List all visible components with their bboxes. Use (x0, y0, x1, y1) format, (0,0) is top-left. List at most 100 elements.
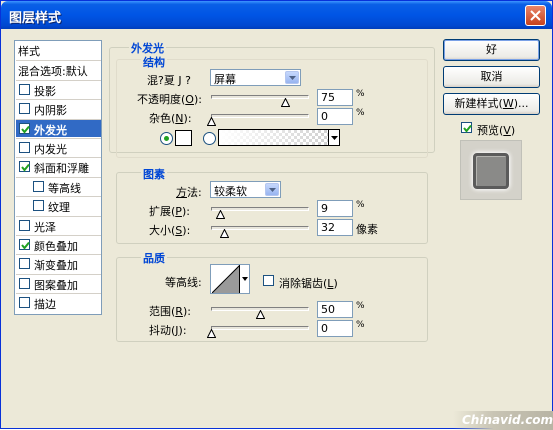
antialias-label: 消除锯齿(L) (279, 277, 338, 290)
quality-title: 品质 (141, 250, 167, 266)
style-item-6[interactable]: 斜面和浮雕 (16, 157, 101, 176)
contour-dropdown-arrow[interactable] (239, 265, 249, 293)
style-item-label: 混合选项:默认 (18, 65, 88, 79)
range-slider-thumb[interactable] (255, 309, 266, 319)
opacity-label: 不透明度(O): (137, 93, 202, 106)
layer-style-dialog: 图层样式 样式混合选项:默认投影内阴影外发光内发光 斜面和浮雕等高线纹理光泽颜色叠… (0, 0, 553, 430)
style-item-label: 内发光 (34, 143, 67, 156)
style-item-8[interactable]: 纹理 (16, 196, 101, 215)
spread-label: 扩展(P): (149, 205, 190, 218)
size-slider-thumb[interactable] (219, 228, 229, 238)
spread-slider[interactable] (211, 207, 309, 211)
style-item-label: 描边 (34, 298, 56, 312)
style-item-checkbox[interactable] (19, 239, 30, 250)
style-item-label: 纹理 (48, 201, 70, 215)
style-item-label: 颜色叠加 (34, 240, 78, 253)
style-item-label: 光泽 (34, 220, 56, 234)
size-label: 大小(S): (149, 224, 191, 237)
range-label: 范围(R): (149, 305, 191, 318)
style-item-label: 图案叠加 (34, 278, 78, 292)
antialias-checkbox[interactable] (263, 275, 274, 286)
range-input[interactable]: 50 (317, 301, 353, 318)
technique-label: 方法: (176, 186, 202, 199)
style-item-checkbox[interactable] (19, 297, 30, 309)
style-item-checkbox[interactable] (19, 277, 30, 289)
style-item-checkbox[interactable] (19, 103, 30, 115)
style-item-7[interactable]: 等高线 (16, 176, 101, 195)
style-item-checkbox[interactable] (19, 122, 30, 134)
jitter-label: 抖动(J): (149, 324, 187, 337)
style-item-9[interactable]: 光泽 (16, 215, 101, 234)
blend-mode-label: 混?夏 J ? (147, 74, 191, 87)
contour-label: 等高线: (165, 276, 202, 289)
jitter-input[interactable]: 0 (317, 320, 353, 337)
glow-color-swatch[interactable] (175, 130, 192, 146)
chevron-down-icon (285, 71, 299, 84)
spread-slider-thumb[interactable] (215, 209, 226, 219)
contour-curve-icon (212, 265, 240, 293)
style-preview (460, 140, 522, 200)
style-item-13[interactable]: 描边 (16, 293, 101, 312)
style-item-4[interactable]: 外发光 (16, 118, 101, 137)
opacity-input[interactable]: 75 (317, 89, 353, 106)
contour-picker[interactable] (210, 264, 250, 294)
chevron-down-icon (242, 277, 248, 281)
technique-select[interactable]: 较柔软 (210, 181, 281, 198)
elements-title: 图素 (141, 166, 167, 182)
style-item-label: 投影 (34, 84, 56, 98)
jitter-unit: % (356, 320, 365, 330)
style-item-1[interactable]: 混合选项:默认 (16, 60, 101, 79)
preview-label: 预览(V) (477, 124, 516, 137)
style-item-5[interactable]: 内发光 (16, 138, 101, 156)
cancel-button[interactable]: 取消 (443, 66, 540, 88)
style-item-checkbox[interactable] (33, 180, 44, 192)
style-item-3[interactable]: 内阴影 (16, 99, 101, 118)
opacity-slider-thumb[interactable] (280, 97, 290, 107)
style-item-label: 内阴影 (34, 104, 67, 118)
jitter-slider[interactable] (211, 326, 309, 330)
noise-slider[interactable] (211, 114, 309, 118)
style-item-2[interactable]: 投影 (16, 79, 101, 98)
gradient-dropdown-arrow[interactable] (328, 130, 339, 145)
style-item-10[interactable]: 颜色叠加 (16, 235, 101, 253)
title-bar[interactable]: 图层样式 (1, 1, 552, 29)
style-item-12[interactable]: 图案叠加 (16, 273, 101, 292)
gradient-picker[interactable] (218, 129, 340, 146)
styles-list: 样式混合选项:默认投影内阴影外发光内发光 斜面和浮雕等高线纹理光泽颜色叠加 渐变叠加… (14, 40, 102, 315)
checkmark-icon (21, 164, 30, 172)
radio-dot (164, 136, 169, 141)
noise-input[interactable]: 0 (317, 108, 353, 125)
style-item-checkbox[interactable] (33, 200, 44, 212)
spread-input[interactable]: 9 (317, 200, 353, 217)
range-unit: % (356, 301, 365, 311)
solid-color-radio[interactable] (160, 132, 173, 145)
style-item-11[interactable]: 渐变叠加 (16, 254, 101, 273)
ok-button[interactable]: 好 (443, 39, 540, 61)
noise-slider-thumb[interactable] (206, 116, 217, 126)
gradient-radio[interactable] (203, 132, 216, 145)
noise-label: 杂色(N): (149, 112, 192, 125)
window-title: 图层样式 (9, 11, 62, 26)
jitter-slider-thumb[interactable] (206, 328, 217, 338)
style-item-checkbox[interactable] (19, 142, 30, 153)
chevron-down-icon (265, 183, 279, 196)
spread-unit: % (356, 200, 365, 210)
watermark: Chinavid.com (462, 413, 553, 427)
style-item-checkbox[interactable] (19, 258, 30, 270)
style-item-label: 外发光 (34, 123, 67, 137)
style-item-checkbox[interactable] (19, 219, 30, 231)
style-item-label: 等高线 (48, 181, 81, 195)
style-item-0[interactable]: 样式 (16, 41, 101, 59)
noise-unit: % (356, 108, 365, 118)
new-style-button[interactable]: 新建样式(W)... (443, 93, 540, 115)
close-button[interactable] (525, 5, 546, 26)
close-icon (530, 10, 541, 21)
preview-checkbox[interactable] (461, 122, 472, 133)
opacity-slider[interactable] (211, 95, 309, 99)
style-item-checkbox[interactable] (19, 83, 30, 95)
preview-thumbnail (473, 153, 509, 189)
size-input[interactable]: 32 (317, 219, 353, 236)
checkmark-icon (21, 125, 30, 134)
style-item-checkbox[interactable] (19, 161, 30, 173)
blend-mode-select[interactable]: 屏幕 (210, 69, 301, 86)
